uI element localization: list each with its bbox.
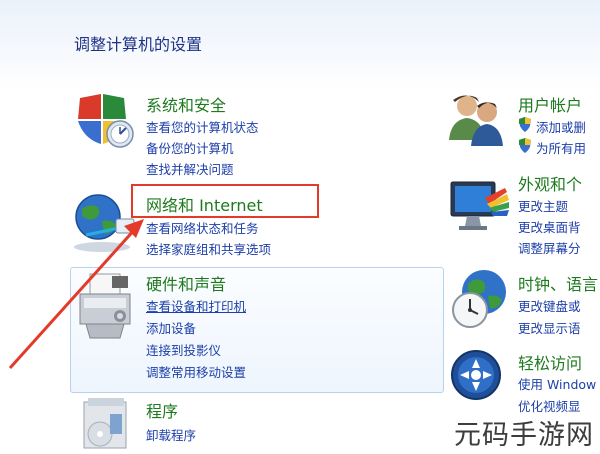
watermark-text: 元码手游网 <box>454 420 594 451</box>
red-arrow-annotation <box>8 219 144 370</box>
